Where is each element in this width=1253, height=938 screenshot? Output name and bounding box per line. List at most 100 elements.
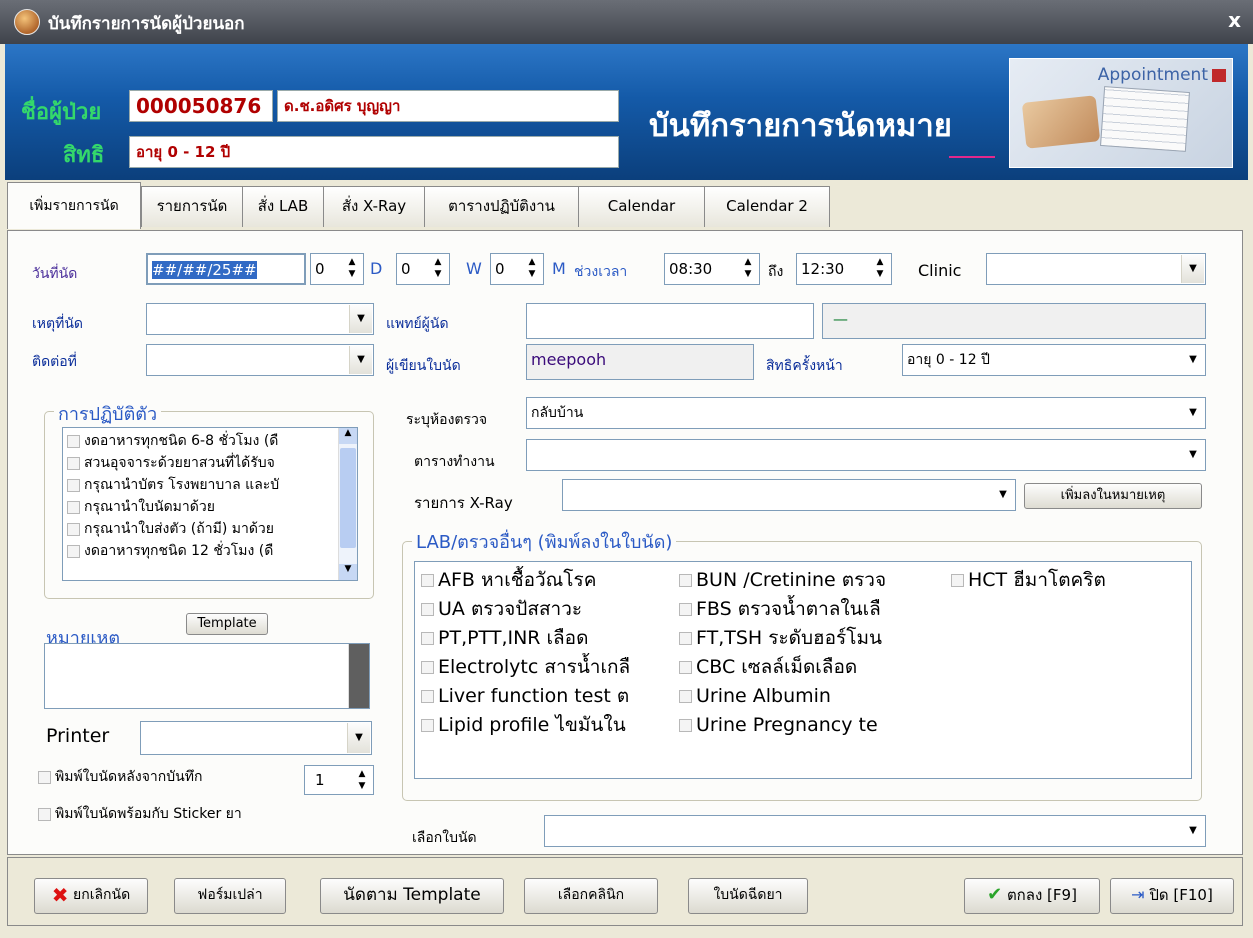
day-spinner[interactable]: 0 ▲ ▼ xyxy=(310,253,364,285)
lab-list[interactable]: AFB หาเชื้อวัณโรค UA ตรวจปัสสาวะ PT,PTT,… xyxy=(414,561,1192,779)
spin-arrows-icon[interactable]: ▲ ▼ xyxy=(429,256,447,282)
checkbox[interactable] xyxy=(67,434,80,448)
dropdown-arrow-icon[interactable]: ▼ xyxy=(1182,441,1204,469)
select-form-select[interactable]: ▼ xyxy=(544,815,1206,847)
checkbox[interactable] xyxy=(679,690,692,703)
instruction-item[interactable]: งดอาหารทุกชนิด 6-8 ชั่วโมง (ดื xyxy=(67,430,357,452)
instructions-scrollbar[interactable]: ▲ ▼ xyxy=(338,428,357,580)
lab-item[interactable]: Liver function test ต xyxy=(421,682,679,711)
dropdown-arrow-icon[interactable]: ▼ xyxy=(1182,817,1204,845)
lab-item[interactable]: FT,TSH ระดับฮอร์โมน xyxy=(679,624,951,653)
close-button[interactable]: ⇥ ปิด [F10] xyxy=(1110,878,1234,914)
instruction-item[interactable]: สวนอุจจาระด้วยยาสวนที่ได้รับจ xyxy=(67,452,357,474)
date-input[interactable]: ##/##/25## xyxy=(146,253,306,285)
dropdown-arrow-icon[interactable]: ▼ xyxy=(1181,255,1204,283)
lab-item[interactable]: HCT ฮีมาโตคริต xyxy=(951,566,1187,595)
clinic-select[interactable]: ▼ xyxy=(986,253,1206,285)
checkbox[interactable] xyxy=(679,661,692,674)
scroll-thumb[interactable] xyxy=(340,448,356,548)
ok-button[interactable]: ✔ ตกลง [F9] xyxy=(964,878,1100,914)
tab-order-xray[interactable]: สั่ง X-Ray xyxy=(323,186,425,227)
doctor-input[interactable] xyxy=(526,303,814,339)
spin-arrows-icon[interactable]: ▲ ▼ xyxy=(871,256,889,282)
print-with-sticker-option[interactable]: พิมพ์ใบนัดพร้อมกับ Sticker ยา xyxy=(38,803,358,825)
tab-calendar[interactable]: Calendar xyxy=(578,186,705,227)
checkbox[interactable] xyxy=(67,500,80,514)
checkbox[interactable] xyxy=(679,719,692,732)
checkbox[interactable] xyxy=(421,661,434,674)
checkbox[interactable] xyxy=(421,574,434,587)
dropdown-arrow-icon[interactable]: ▼ xyxy=(1182,346,1204,374)
instruction-item[interactable]: งดอาหารทุกชนิด 12 ชั่วโมง (ดื xyxy=(67,540,357,562)
spin-arrows-icon[interactable]: ▲ ▼ xyxy=(523,256,541,282)
week-spinner[interactable]: 0 ▲ ▼ xyxy=(396,253,450,285)
dropdown-arrow-icon[interactable]: ▼ xyxy=(349,346,372,374)
tab-add-appointment[interactable]: เพิ่มรายการนัด xyxy=(7,182,141,229)
lab-item[interactable]: AFB หาเชื้อวัณโรค xyxy=(421,566,679,595)
tab-appointments[interactable]: รายการนัด xyxy=(141,186,243,227)
spin-arrows-icon[interactable]: ▲ ▼ xyxy=(343,256,361,282)
copies-spinner[interactable]: 1 ▲ ▼ xyxy=(304,765,374,795)
checkbox[interactable] xyxy=(38,770,51,784)
xray-select[interactable]: ▼ xyxy=(562,479,1016,511)
month-spinner[interactable]: 0 ▲ ▼ xyxy=(490,253,544,285)
checkbox[interactable] xyxy=(67,544,80,558)
blank-form-button[interactable]: ฟอร์มเปล่า xyxy=(174,878,286,914)
lab-item[interactable]: PT,PTT,INR เลือด xyxy=(421,624,679,653)
add-to-note-button[interactable]: เพิ่มลงในหมายเหตุ xyxy=(1024,483,1202,509)
cancel-appointment-button[interactable]: ✖ ยกเลิกนัด xyxy=(34,878,148,914)
lab-item[interactable]: BUN /Cretinine ตรวจ xyxy=(679,566,951,595)
template-button[interactable]: Template xyxy=(186,613,268,635)
template-appointment-button[interactable]: นัดตาม Template xyxy=(320,878,504,914)
lab-item[interactable]: Lipid profile ไขมันใน xyxy=(421,711,679,740)
checkbox[interactable] xyxy=(67,522,80,536)
dropdown-arrow-icon[interactable]: ▼ xyxy=(349,305,372,333)
spin-arrows-icon[interactable]: ▲ ▼ xyxy=(353,768,371,792)
lab-item[interactable]: FBS ตรวจน้ำตาลในเลื xyxy=(679,595,951,624)
scroll-down-icon[interactable]: ▼ xyxy=(339,564,357,580)
next-right-select[interactable]: อายุ 0 - 12 ปี ▼ xyxy=(902,344,1206,376)
note-scrollbar[interactable] xyxy=(348,644,369,708)
checkbox[interactable] xyxy=(951,574,964,587)
injection-form-button[interactable]: ใบนัดฉีดยา xyxy=(688,878,808,914)
title-underline xyxy=(949,156,995,158)
checkbox[interactable] xyxy=(38,807,51,821)
checkbox[interactable] xyxy=(421,719,434,732)
lab-item[interactable]: Electrolytc สารน้ำเกลื xyxy=(421,653,679,682)
checkbox[interactable] xyxy=(679,603,692,616)
instruction-item[interactable]: กรุณานำใบส่งตัว (ถ้ามี) มาด้วย xyxy=(67,518,357,540)
checkbox[interactable] xyxy=(67,478,80,492)
note-textarea[interactable] xyxy=(44,643,370,709)
instruction-item[interactable]: กรุณานำใบนัดมาด้วย xyxy=(67,496,357,518)
lab-item[interactable]: Urine Pregnancy te xyxy=(679,711,951,740)
dropdown-arrow-icon[interactable]: ▼ xyxy=(347,723,370,753)
instructions-list[interactable]: งดอาหารทุกชนิด 6-8 ชั่วโมง (ดื สวนอุจจาร… xyxy=(62,427,358,581)
tab-order-lab[interactable]: สั่ง LAB xyxy=(242,186,324,227)
room-select[interactable]: กลับบ้าน ▼ xyxy=(526,397,1206,429)
print-after-save-option[interactable]: พิมพ์ใบนัดหลังจากบันทึก xyxy=(38,766,278,788)
select-clinic-button[interactable]: เลือกคลินิก xyxy=(524,878,658,914)
tab-work-schedule[interactable]: ตารางปฏิบัติงาน xyxy=(424,186,579,227)
printer-select[interactable]: ▼ xyxy=(140,721,372,755)
time-to-spinner[interactable]: 12:30 ▲ ▼ xyxy=(796,253,892,285)
checkbox[interactable] xyxy=(421,632,434,645)
checkbox[interactable] xyxy=(679,574,692,587)
contact-select[interactable]: ▼ xyxy=(146,344,374,376)
schedule-select[interactable]: ▼ xyxy=(526,439,1206,471)
reason-select[interactable]: ▼ xyxy=(146,303,374,335)
dropdown-arrow-icon[interactable]: ▼ xyxy=(992,481,1014,509)
spin-arrows-icon[interactable]: ▲ ▼ xyxy=(739,256,757,282)
dropdown-arrow-icon[interactable]: ▼ xyxy=(1182,399,1204,427)
lab-item[interactable]: Urine Albumin xyxy=(679,682,951,711)
lab-item[interactable]: CBC เซลล์เม็ดเลือด xyxy=(679,653,951,682)
time-from-spinner[interactable]: 08:30 ▲ ▼ xyxy=(664,253,760,285)
checkbox[interactable] xyxy=(67,456,80,470)
checkbox[interactable] xyxy=(421,690,434,703)
tab-calendar-2[interactable]: Calendar 2 xyxy=(704,186,830,227)
scroll-up-icon[interactable]: ▲ xyxy=(339,428,357,444)
lab-item[interactable]: UA ตรวจปัสสาวะ xyxy=(421,595,679,624)
checkbox[interactable] xyxy=(421,603,434,616)
instruction-item[interactable]: กรุณานำบัตร โรงพยาบาล และบั xyxy=(67,474,357,496)
checkbox[interactable] xyxy=(679,632,692,645)
close-icon[interactable]: x xyxy=(1228,8,1241,32)
